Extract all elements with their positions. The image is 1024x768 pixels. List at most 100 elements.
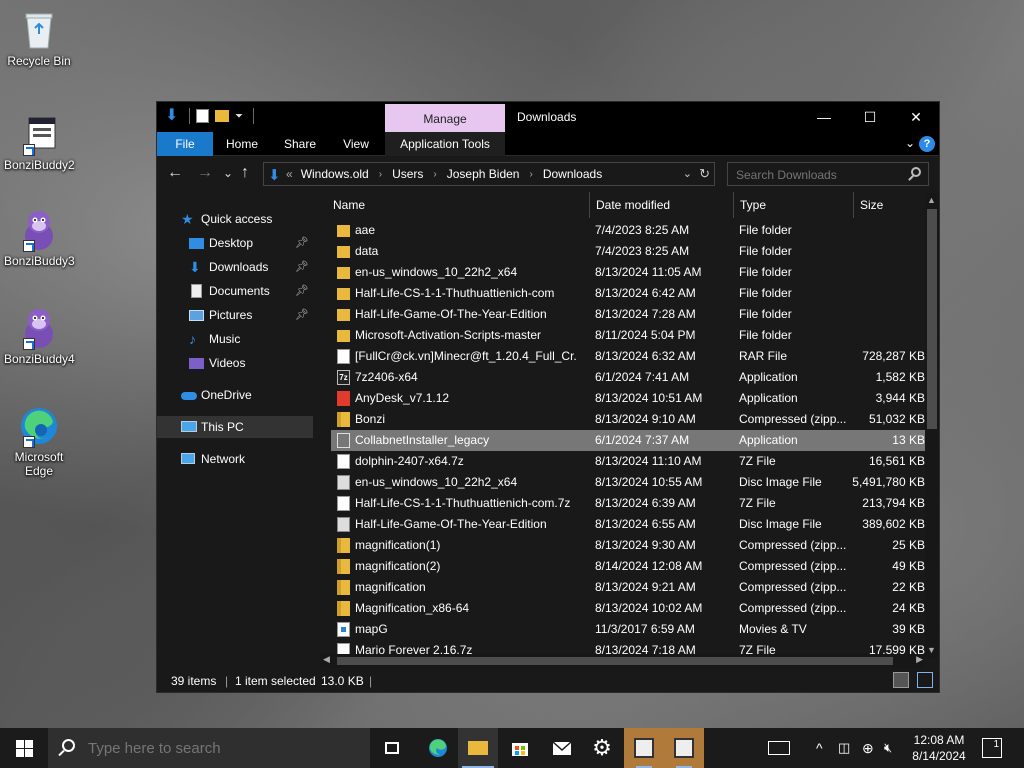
system-clock[interactable]: 12:08 AM 8/14/2024 (908, 732, 970, 764)
file-row[interactable]: aae 7/4/2023 8:25 AM File folder (331, 220, 925, 241)
sidebar-item-onedrive[interactable]: OneDrive (157, 384, 313, 406)
keyboard-icon[interactable] (766, 728, 792, 768)
breadcrumb-windows-old[interactable]: Windows.old (301, 167, 369, 181)
taskbar-file-explorer[interactable] (458, 728, 498, 768)
file-row[interactable]: magnification(1) 8/13/2024 9:30 AM Compres… (331, 535, 925, 556)
file-row[interactable]: Half-Life-CS-1-1-Thuthuattienich-com 8/13… (331, 283, 925, 304)
file-row[interactable]: magnification 8/13/2024 9:21 AM Compressed… (331, 577, 925, 598)
scroll-up-arrow-icon[interactable]: ▲ (927, 195, 936, 205)
file-row[interactable]: magnification(2) 8/14/2024 12:08 AM Compre… (331, 556, 925, 577)
network-globe-icon[interactable]: ⊕ (862, 728, 878, 768)
scroll-down-arrow-icon[interactable]: ▼ (927, 645, 936, 655)
breadcrumb-separator[interactable]: › (433, 169, 436, 180)
scrollbar-thumb[interactable] (337, 657, 893, 665)
desktop-icon-bonzibuddy4[interactable]: BonziBuddy4 (4, 306, 75, 366)
customize-toolbar-chevron-icon[interactable]: ⏷ (235, 111, 243, 122)
recent-locations-button[interactable]: ⌄ (223, 166, 233, 180)
details-view-icon[interactable] (893, 672, 909, 688)
taskbar-search-box[interactable] (48, 728, 370, 768)
task-view-button[interactable] (372, 728, 412, 768)
address-overflow[interactable]: « (286, 167, 293, 181)
notification-center-button[interactable]: 1 (982, 738, 1002, 758)
up-button[interactable]: ↑ (241, 164, 249, 182)
sidebar-item-pictures[interactable]: Pictures 📌︎ (157, 304, 313, 326)
vertical-scrollbar[interactable]: ▲ ▼ (925, 193, 939, 657)
tab-view[interactable]: View (331, 132, 381, 156)
breadcrumb-joseph-biden[interactable]: Joseph Biden (447, 167, 520, 181)
file-row[interactable]: dolphin-2407-x64.7z 8/13/2024 11:10 AM 7Z … (331, 451, 925, 472)
volume-muted-icon[interactable]: 🔇︎ (884, 728, 902, 768)
manage-tab[interactable]: Manage (385, 104, 505, 132)
minimize-button[interactable]: — (801, 102, 847, 132)
file-row[interactable]: [FullCr@ck.vn]Minecr@ft_1.20.4_Full_Cr..… (331, 346, 925, 367)
help-icon[interactable]: ? (919, 136, 935, 152)
large-icons-view-icon[interactable] (917, 672, 933, 688)
file-row[interactable]: Half-Life-Game-Of-The-Year-Edition 8/13/2… (331, 514, 925, 535)
address-dropdown-icon[interactable]: ⌄ (683, 167, 692, 180)
desktop-icon-bonzibuddy3[interactable]: BonziBuddy3 (4, 208, 75, 268)
forward-button[interactable]: → (197, 164, 213, 182)
file-row[interactable]: Half-Life-CS-1-1-Thuthuattienich-com.7z 8… (331, 493, 925, 514)
horizontal-scrollbar[interactable]: ◀ ▶ (321, 654, 925, 668)
desktop-icon-bonzibuddy2[interactable]: BonziBuddy2 (4, 112, 75, 172)
search-box[interactable] (727, 162, 929, 186)
taskbar-search-input[interactable] (88, 738, 358, 758)
taskbar-edge[interactable] (418, 728, 458, 768)
breadcrumb-separator[interactable]: › (529, 169, 532, 180)
refresh-icon[interactable]: ↻ (699, 166, 710, 182)
breadcrumb-users[interactable]: Users (392, 167, 423, 181)
start-button[interactable] (0, 728, 48, 768)
breadcrumb-downloads[interactable]: Downloads (543, 167, 602, 181)
tab-share[interactable]: Share (275, 132, 325, 156)
file-row[interactable]: Half-Life-Game-Of-The-Year-Edition 8/13/2… (331, 304, 925, 325)
sidebar-item-this-pc[interactable]: This PC (157, 416, 313, 438)
scrollbar-thumb[interactable] (927, 209, 937, 429)
desktop-icon-microsoft-edge[interactable]: Microsoft Edge (4, 404, 74, 478)
show-hidden-icons-chevron-icon[interactable]: ^ (816, 728, 830, 768)
file-row[interactable]: en-us_windows_10_22h2_x64 8/13/2024 10:55… (331, 472, 925, 493)
file-row[interactable]: Magnification_x86-64 8/13/2024 10:02 AM Co… (331, 598, 925, 619)
file-row[interactable]: AnyDesk_v7.1.12 8/13/2024 10:51 AM Applica… (331, 388, 925, 409)
tab-application-tools[interactable]: Application Tools (385, 132, 505, 156)
download-arrow-icon[interactable]: ⬇ (165, 108, 179, 124)
maximize-button[interactable]: ☐ (847, 102, 893, 132)
file-row[interactable]: en-us_windows_10_22h2_x64 8/13/2024 11:05… (331, 262, 925, 283)
sidebar-item-downloads[interactable]: ⬇ Downloads 📌︎ (157, 256, 313, 278)
new-folder-icon[interactable] (215, 110, 229, 122)
scroll-left-arrow-icon[interactable]: ◀ (323, 654, 330, 665)
close-button[interactable]: ✕ (893, 102, 939, 132)
expand-ribbon-chevron-icon[interactable]: ⌄ (905, 136, 915, 150)
meet-now-icon[interactable]: ◫ (838, 728, 854, 768)
address-bar[interactable]: ⬇ « Windows.old › Users › Joseph Biden ›… (263, 162, 715, 186)
desktop-icon-recycle-bin[interactable]: Recycle Bin (4, 8, 74, 68)
column-header-type[interactable]: Type (733, 192, 851, 218)
file-row[interactable]: data 7/4/2023 8:25 AM File folder (331, 241, 925, 262)
search-input[interactable] (736, 167, 896, 183)
shortcut-arrow-icon (23, 338, 35, 350)
sidebar-item-videos[interactable]: Videos (157, 352, 313, 374)
taskbar-settings[interactable]: ⚙ (582, 728, 622, 768)
taskbar-mail[interactable] (542, 728, 582, 768)
sidebar-item-desktop[interactable]: Desktop 📌︎ (157, 232, 313, 254)
breadcrumb-separator[interactable]: › (379, 169, 382, 180)
file-row[interactable]: 7z 7z2406-x64 6/1/2024 7:41 AM Application 1… (331, 367, 925, 388)
taskbar-app-running-1[interactable] (624, 728, 664, 768)
back-button[interactable]: ← (167, 164, 183, 182)
column-header-size[interactable]: Size (853, 192, 923, 218)
file-row[interactable]: CollabnetInstaller_legacy 6/1/2024 7:37 A… (331, 430, 925, 451)
file-row[interactable]: Bonzi 8/13/2024 9:10 AM Compressed (zipp..… (331, 409, 925, 430)
sidebar-item-quick-access[interactable]: ★ Quick access (157, 208, 313, 230)
sidebar-item-music[interactable]: ♪ Music (157, 328, 313, 350)
taskbar-app-running-2[interactable] (664, 728, 704, 768)
tab-file[interactable]: File (157, 132, 213, 156)
tab-home[interactable]: Home (217, 132, 267, 156)
properties-icon[interactable] (196, 109, 209, 123)
scroll-right-arrow-icon[interactable]: ▶ (916, 654, 923, 665)
sidebar-item-documents[interactable]: Documents 📌︎ (157, 280, 313, 302)
file-date-modified: 6/1/2024 7:41 AM (595, 370, 690, 384)
taskbar-microsoft-store[interactable] (500, 728, 540, 768)
column-header-date[interactable]: Date modified (589, 192, 731, 218)
file-row[interactable]: mapG 11/3/2017 6:59 AM Movies & TV 39 KB (331, 619, 925, 640)
file-row[interactable]: Microsoft-Activation-Scripts-master 8/11/… (331, 325, 925, 346)
sidebar-item-network[interactable]: Network (157, 448, 313, 470)
